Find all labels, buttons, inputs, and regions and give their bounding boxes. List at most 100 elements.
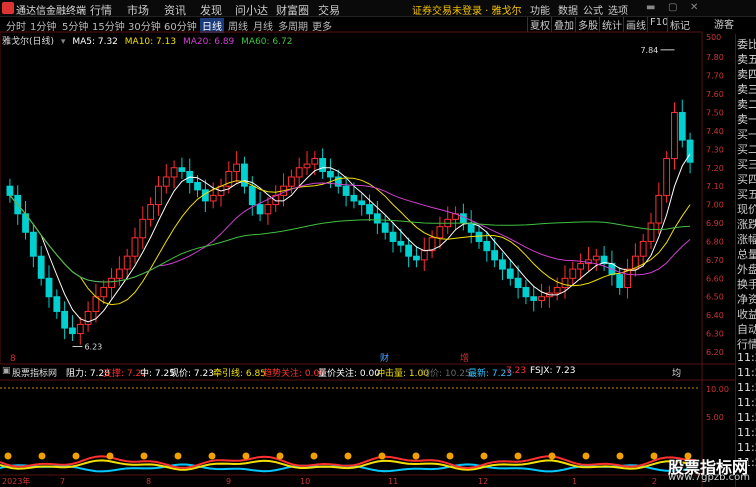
candle-down — [459, 213, 467, 224]
event-marker: 8 — [10, 354, 16, 364]
kline-chart[interactable]: 7.80 7.70 7.60 7.50 7.40 7.30 7.20 7.10 7.00 6.90… — [0, 0, 756, 487]
date-tick: 12 — [478, 477, 488, 486]
quote-row: 11:29 — [737, 426, 756, 439]
candle-down — [506, 268, 514, 279]
watermark-url: www.7gpzb.com — [668, 472, 750, 483]
candle-down — [616, 274, 624, 289]
candle-down — [522, 287, 530, 298]
candle-up — [123, 255, 131, 270]
quote-row: 买一 — [737, 128, 756, 141]
quote-row: 委比 — [737, 38, 756, 51]
quote-row: 总量 — [737, 248, 756, 261]
candle-down — [366, 204, 373, 215]
signal-dot — [276, 452, 284, 460]
indicator-value: 均价: 10.25 — [421, 369, 471, 379]
quote-row: 11:29 — [737, 366, 756, 379]
price-tick: 6.50 — [706, 293, 724, 302]
candle-down — [256, 204, 264, 215]
signal-dot — [514, 452, 522, 460]
price-tick: 7.70 — [706, 72, 724, 81]
quote-row: 自动 — [737, 323, 756, 336]
candle-up — [647, 222, 655, 242]
signal-dot — [4, 452, 12, 460]
sub-axis-label: 10.00 — [706, 385, 729, 394]
signal-dot — [38, 452, 46, 460]
signal-dot — [72, 452, 80, 460]
date-tick: 2 — [652, 477, 657, 486]
quote-row: 现价 — [737, 203, 756, 216]
sub-axis-label: 5.00 — [706, 413, 724, 422]
candle-up — [592, 255, 600, 261]
candle-down — [6, 185, 14, 196]
candle-down — [319, 158, 327, 172]
candle-up — [233, 163, 241, 172]
candle-up — [295, 167, 303, 178]
candle-up — [311, 158, 319, 165]
indicator-value: 量价关注: 0.00 — [318, 369, 380, 379]
signal-dot — [310, 452, 318, 460]
candle-down — [686, 139, 694, 163]
candle-down — [61, 310, 69, 329]
quote-row: 买四 — [737, 173, 756, 186]
signal-dot — [344, 452, 352, 460]
price-tick: 7.00 — [706, 201, 724, 210]
quote-row: 11:29 — [737, 351, 756, 364]
signal-dot — [480, 452, 488, 460]
indicator-value: FSJX: 7.23 — [530, 366, 576, 376]
candle-down — [514, 277, 522, 289]
candle-up — [561, 277, 569, 289]
date-tick: 11 — [388, 477, 398, 486]
quote-row: 卖二 — [737, 98, 756, 111]
signal-dot — [412, 452, 420, 460]
quote-row: 买五 — [737, 188, 756, 201]
candle-down — [350, 194, 358, 202]
candle-up — [287, 176, 295, 187]
candle-down — [178, 167, 186, 172]
candle-up — [84, 310, 92, 325]
signal-dot — [242, 452, 250, 460]
high-annotation: 7.84 — [640, 46, 658, 55]
candle-down — [342, 185, 350, 196]
candle-down — [194, 181, 201, 191]
candle-up — [147, 204, 155, 220]
candle-up — [639, 240, 647, 257]
price-tick: 6.80 — [706, 237, 724, 246]
date-tick: 9 — [226, 477, 231, 486]
indicator-name[interactable]: 股票指标网 — [12, 366, 57, 379]
quote-row: 涨幅 — [737, 233, 756, 246]
signal-dot — [174, 452, 182, 460]
price-tick: 6.90 — [706, 219, 724, 228]
event-marker: 财 — [380, 352, 389, 364]
axis-top-label: 500 — [706, 33, 721, 42]
indicator-icon[interactable]: ▣ — [2, 366, 11, 376]
signal-dot — [582, 452, 590, 460]
price-tick: 7.50 — [706, 108, 724, 117]
price-tick: 6.60 — [706, 274, 724, 283]
indicator-value: 7.23 — [506, 366, 527, 376]
quote-row: 行情 — [737, 338, 756, 351]
quote-row: 买三 — [737, 158, 756, 171]
quote-row: 卖一 — [737, 113, 756, 126]
candle-up — [100, 287, 108, 298]
candle-up — [655, 194, 663, 224]
candle-up — [139, 218, 147, 239]
price-tick: 7.80 — [706, 53, 724, 62]
signal-dot — [650, 452, 658, 460]
candle-down — [467, 222, 475, 233]
quote-row: 净资 — [737, 293, 756, 306]
candle-down — [491, 250, 499, 261]
date-tick: 10 — [300, 477, 310, 486]
price-tick: 7.20 — [706, 164, 724, 173]
signal-dot — [140, 452, 148, 460]
candle-up — [108, 277, 115, 289]
candle-down — [405, 244, 413, 257]
date-tick: 7 — [60, 477, 65, 486]
candle-down — [678, 111, 686, 141]
candle-down — [499, 259, 506, 270]
quote-row: 换手 — [737, 278, 756, 291]
quote-row: 11:29 — [737, 441, 756, 454]
sub-label: 均 — [672, 369, 682, 379]
candle-up — [170, 167, 178, 178]
candle-up — [209, 194, 217, 202]
quote-row: 卖三 — [737, 83, 756, 96]
